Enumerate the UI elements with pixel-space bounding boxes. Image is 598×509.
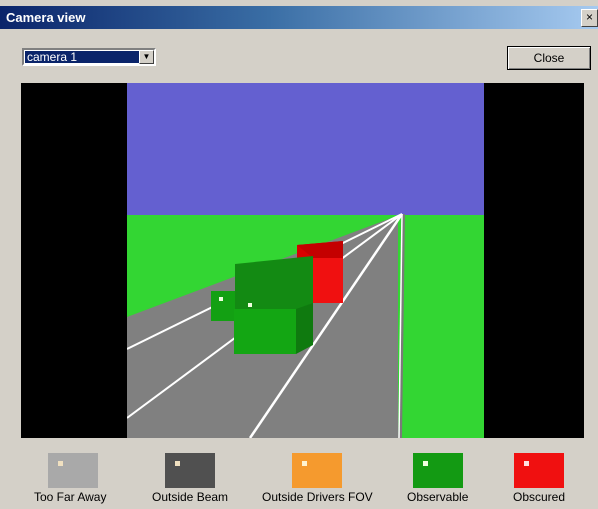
- window-title: Camera view: [6, 10, 86, 25]
- chevron-down-icon[interactable]: ▼: [139, 50, 154, 64]
- legend-swatch-obscured: [514, 453, 564, 488]
- legend-label-outside-beam: Outside Beam: [152, 490, 229, 504]
- legend-label-outside-drivers-fov: Outside Drivers FOV: [262, 490, 373, 504]
- camera-scene: [127, 83, 484, 438]
- legend-label-obscured: Obscured: [513, 490, 566, 504]
- sky: [127, 83, 484, 215]
- legend-label-observable: Observable: [407, 490, 469, 504]
- title-bar[interactable]: Camera view ×: [0, 6, 598, 29]
- legend-swatch-observable: [413, 453, 463, 488]
- window-close-icon[interactable]: ×: [581, 9, 598, 27]
- camera-view-window: Camera view × camera 1 ▼ Close Too Far A…: [0, 0, 598, 509]
- legend-swatch-outside-drivers-fov: [292, 453, 342, 488]
- camera-select-value: camera 1: [25, 51, 139, 63]
- legend-label-too-far-away: Too Far Away: [34, 490, 107, 504]
- legend-swatch-outside-beam: [165, 453, 215, 488]
- camera-select[interactable]: camera 1 ▼: [22, 48, 156, 66]
- legend-swatch-too-far-away: [48, 453, 98, 488]
- close-button[interactable]: Close: [507, 46, 591, 70]
- grass-right: [398, 215, 484, 438]
